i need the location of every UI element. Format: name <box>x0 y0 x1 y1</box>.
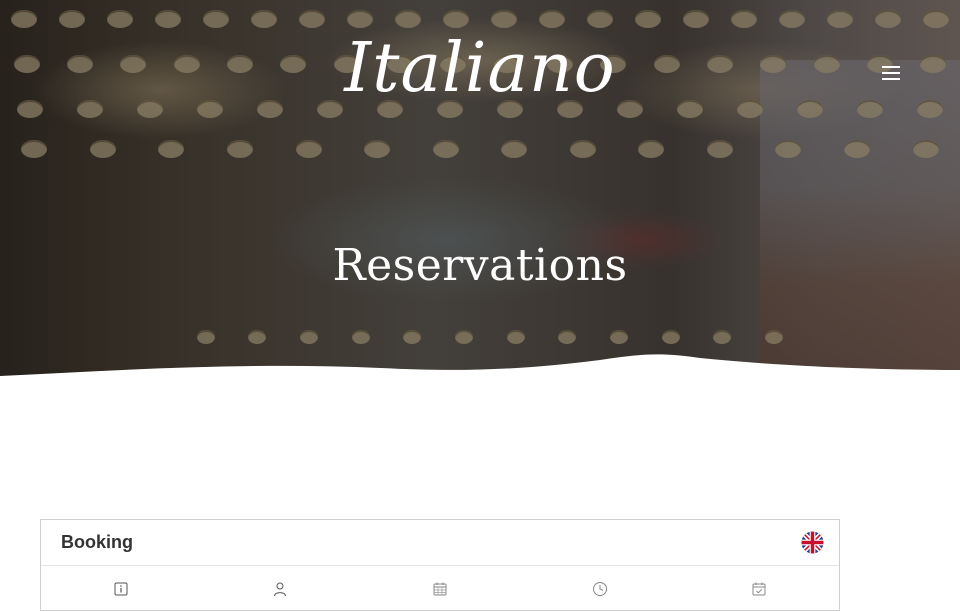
clock-icon <box>592 582 607 596</box>
step-time[interactable] <box>520 566 680 610</box>
booking-header: Booking <box>41 520 839 566</box>
wave-divider <box>0 354 960 400</box>
uk-flag-icon[interactable] <box>801 531 824 554</box>
step-user[interactable] <box>201 566 361 610</box>
page-title: Reservations <box>332 240 628 291</box>
booking-steps <box>41 566 839 610</box>
hero-banner: Italiano Reservations <box>0 0 960 400</box>
calendar-icon <box>433 582 447 596</box>
step-date[interactable] <box>360 566 520 610</box>
booking-title: Booking <box>61 532 133 552</box>
hamburger-menu-icon[interactable] <box>878 62 904 84</box>
site-logo[interactable]: Italiano <box>320 24 640 114</box>
calendar-check-icon <box>752 582 766 596</box>
step-info[interactable] <box>41 566 201 610</box>
booking-widget: Booking <box>40 519 840 611</box>
info-icon <box>114 582 128 596</box>
user-icon <box>274 582 287 597</box>
step-confirm[interactable] <box>679 566 839 610</box>
